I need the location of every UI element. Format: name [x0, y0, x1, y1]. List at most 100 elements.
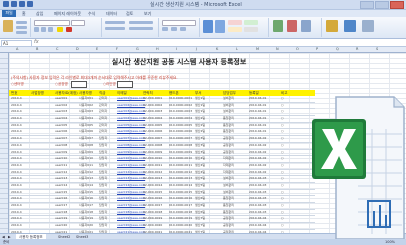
sort-filter-icon[interactable] [344, 20, 356, 32]
table-cell[interactable]: 생산2팀 [195, 116, 205, 121]
column-header-o[interactable]: O [296, 47, 299, 52]
wrap-text-button[interactable] [129, 21, 153, 24]
table-cell[interactable]: 2010-4 [11, 196, 22, 201]
table-cell[interactable]: 생산3팀 [195, 143, 205, 148]
table-cell[interactable]: 관리자 [99, 109, 107, 114]
table-cell[interactable]: 2010-4 [11, 150, 22, 155]
number-format-select[interactable] [162, 20, 196, 26]
table-cell[interactable]: 관리자 [99, 103, 107, 108]
table-row[interactable]: 2010-4 user016 사용자016 담당자 user016@aaa.com 02-… [9, 196, 315, 203]
table-cell[interactable]: 010-0000-0006 [169, 129, 192, 134]
table-cell[interactable]: 2010-04-02 [249, 143, 266, 148]
table-row[interactable]: 2010-4 user009 사용자009 담당자 user009@aaa.com 02-… [9, 150, 315, 157]
table-cell[interactable]: 사용자011 [79, 163, 93, 168]
table-cell[interactable]: 관리자 [99, 116, 107, 121]
table-cell[interactable]: ○ [281, 196, 284, 201]
table-cell[interactable]: user020 [55, 223, 67, 228]
table-row[interactable]: 2010-4 user008 사용자008 담당자 user008@aaa.com 02-… [9, 143, 315, 150]
table-cell[interactable]: 공정관리 [223, 216, 234, 221]
table-cell[interactable]: ○ [281, 176, 284, 181]
column-header-b[interactable]: B [36, 47, 38, 52]
table-cell[interactable]: 생산3팀 [195, 150, 205, 155]
table-cell[interactable]: 공정관리 [223, 150, 234, 155]
table-cell[interactable]: 010-0000-0004 [169, 116, 192, 121]
table-cell[interactable]: 2010-04-03 [249, 196, 266, 201]
table-cell[interactable]: 010-0000-0011 [169, 163, 192, 168]
maximize-button[interactable] [375, 1, 389, 9]
table-cell[interactable]: user017 [55, 203, 67, 208]
close-button[interactable] [390, 1, 404, 9]
table-cell[interactable]: 생산6팀 [195, 196, 205, 201]
column-header-s[interactable]: S [376, 47, 378, 52]
table-cell[interactable]: user011 [55, 163, 67, 168]
table-cell[interactable]: 010-0000-0015 [169, 190, 192, 195]
table-cell[interactable]: user002 [55, 103, 67, 108]
table-cell[interactable]: 담당자 [99, 216, 107, 221]
table-cell[interactable]: 2010-4 [11, 210, 22, 215]
table-cell[interactable]: ○ [281, 109, 284, 114]
table-cell[interactable]: 생산1팀 [195, 103, 205, 108]
table-cell[interactable]: 공정관리 [223, 223, 234, 228]
table-cell[interactable]: 02-000-0008 [143, 143, 162, 148]
table-cell[interactable]: 010-0000-0009 [169, 150, 192, 155]
table-cell[interactable]: 02-000-0017 [143, 203, 162, 208]
table-cell[interactable]: ○ [281, 216, 284, 221]
table-cell[interactable]: user007@aaa.com [117, 136, 145, 141]
table-cell[interactable]: user015@aaa.com [117, 190, 145, 195]
table-cell[interactable]: 생산2팀 [195, 123, 205, 128]
table-cell[interactable]: ○ [281, 150, 284, 155]
table-cell[interactable]: 2010-04-03 [249, 176, 266, 181]
table-row[interactable]: 2010-4 user020 사용자020 담당자 user020@aaa.com 02-… [9, 223, 315, 230]
table-cell[interactable]: user003@aaa.com [117, 109, 145, 114]
table-cell[interactable]: user016 [55, 196, 67, 201]
column-header-n[interactable]: N [276, 47, 279, 52]
table-cell[interactable]: 2010-4 [11, 170, 22, 175]
table-cell[interactable]: 2010-04-03 [249, 183, 266, 188]
table-cell[interactable]: 010-0000-0002 [169, 103, 192, 108]
table-cell[interactable]: 사용자002 [79, 103, 93, 108]
table-row[interactable]: 2010-4 user014 사용자014 담당자 user014@aaa.com 02-… [9, 183, 315, 190]
table-cell[interactable]: user007 [55, 136, 67, 141]
table-cell[interactable]: 02-000-0016 [143, 196, 162, 201]
table-row[interactable]: 2010-4 user006 사용자006 관리자 user006@aaa.com 02-… [9, 129, 315, 137]
paste-icon[interactable] [3, 20, 13, 32]
column-header-m[interactable]: M [256, 47, 259, 52]
table-cell[interactable]: 관리자 [99, 96, 107, 101]
font-color-icon[interactable] [66, 27, 72, 32]
table-cell[interactable]: user014 [55, 183, 67, 188]
table-cell[interactable]: 2010-4 [11, 103, 22, 108]
table-cell[interactable]: 담당자 [99, 183, 107, 188]
table-cell[interactable]: 생산4팀 [195, 156, 205, 161]
table-cell[interactable]: 2010-04-01 [249, 96, 266, 101]
table-cell[interactable]: 2010-4 [11, 176, 22, 181]
align-top-button[interactable] [105, 21, 125, 24]
currency-button[interactable] [162, 27, 168, 31]
table-cell[interactable]: 02-000-0009 [143, 150, 162, 155]
table-row[interactable]: 2010-4 user011 사용자011 담당자 user011@aaa.com 02-… [9, 163, 315, 170]
table-cell[interactable]: user014@aaa.com [117, 183, 145, 188]
table-cell[interactable]: 010-0000-0005 [169, 123, 192, 128]
table-cell[interactable]: 사용자008 [79, 143, 93, 148]
table-cell[interactable]: 담당자 [99, 163, 107, 168]
align-left-button[interactable] [105, 27, 125, 30]
format-table-icon[interactable] [215, 20, 225, 33]
table-cell[interactable]: 담당자 [99, 143, 107, 148]
table-cell[interactable]: ○ [281, 116, 284, 121]
table-row[interactable]: 2010-4 user013 사용자013 담당자 user013@aaa.com 02-… [9, 176, 315, 183]
table-cell[interactable]: user001 [55, 96, 67, 101]
table-cell[interactable]: 사용자009 [79, 150, 93, 155]
table-cell[interactable]: 생산5팀 [195, 190, 205, 195]
table-row[interactable]: 2010-4 user003 사용자003 관리자 user003@aaa.com 02-… [9, 109, 315, 117]
table-cell[interactable]: 2010-04-01 [249, 129, 266, 134]
fill-color-icon[interactable] [57, 27, 63, 32]
autosum-icon[interactable] [326, 20, 338, 32]
table-cell[interactable]: 담당자 [99, 210, 107, 215]
table-cell[interactable]: 사용자005 [79, 123, 93, 128]
style-neutral-swatch[interactable] [228, 27, 242, 32]
table-cell[interactable]: 담당자 [99, 156, 107, 161]
table-cell[interactable]: 설비관리 [223, 96, 234, 101]
table-cell[interactable]: 2010-04-01 [249, 116, 266, 121]
table-cell[interactable]: 010-0000-0003 [169, 109, 192, 114]
zoom-level[interactable]: 100% [385, 239, 395, 245]
table-cell[interactable]: user010@aaa.com [117, 156, 145, 161]
